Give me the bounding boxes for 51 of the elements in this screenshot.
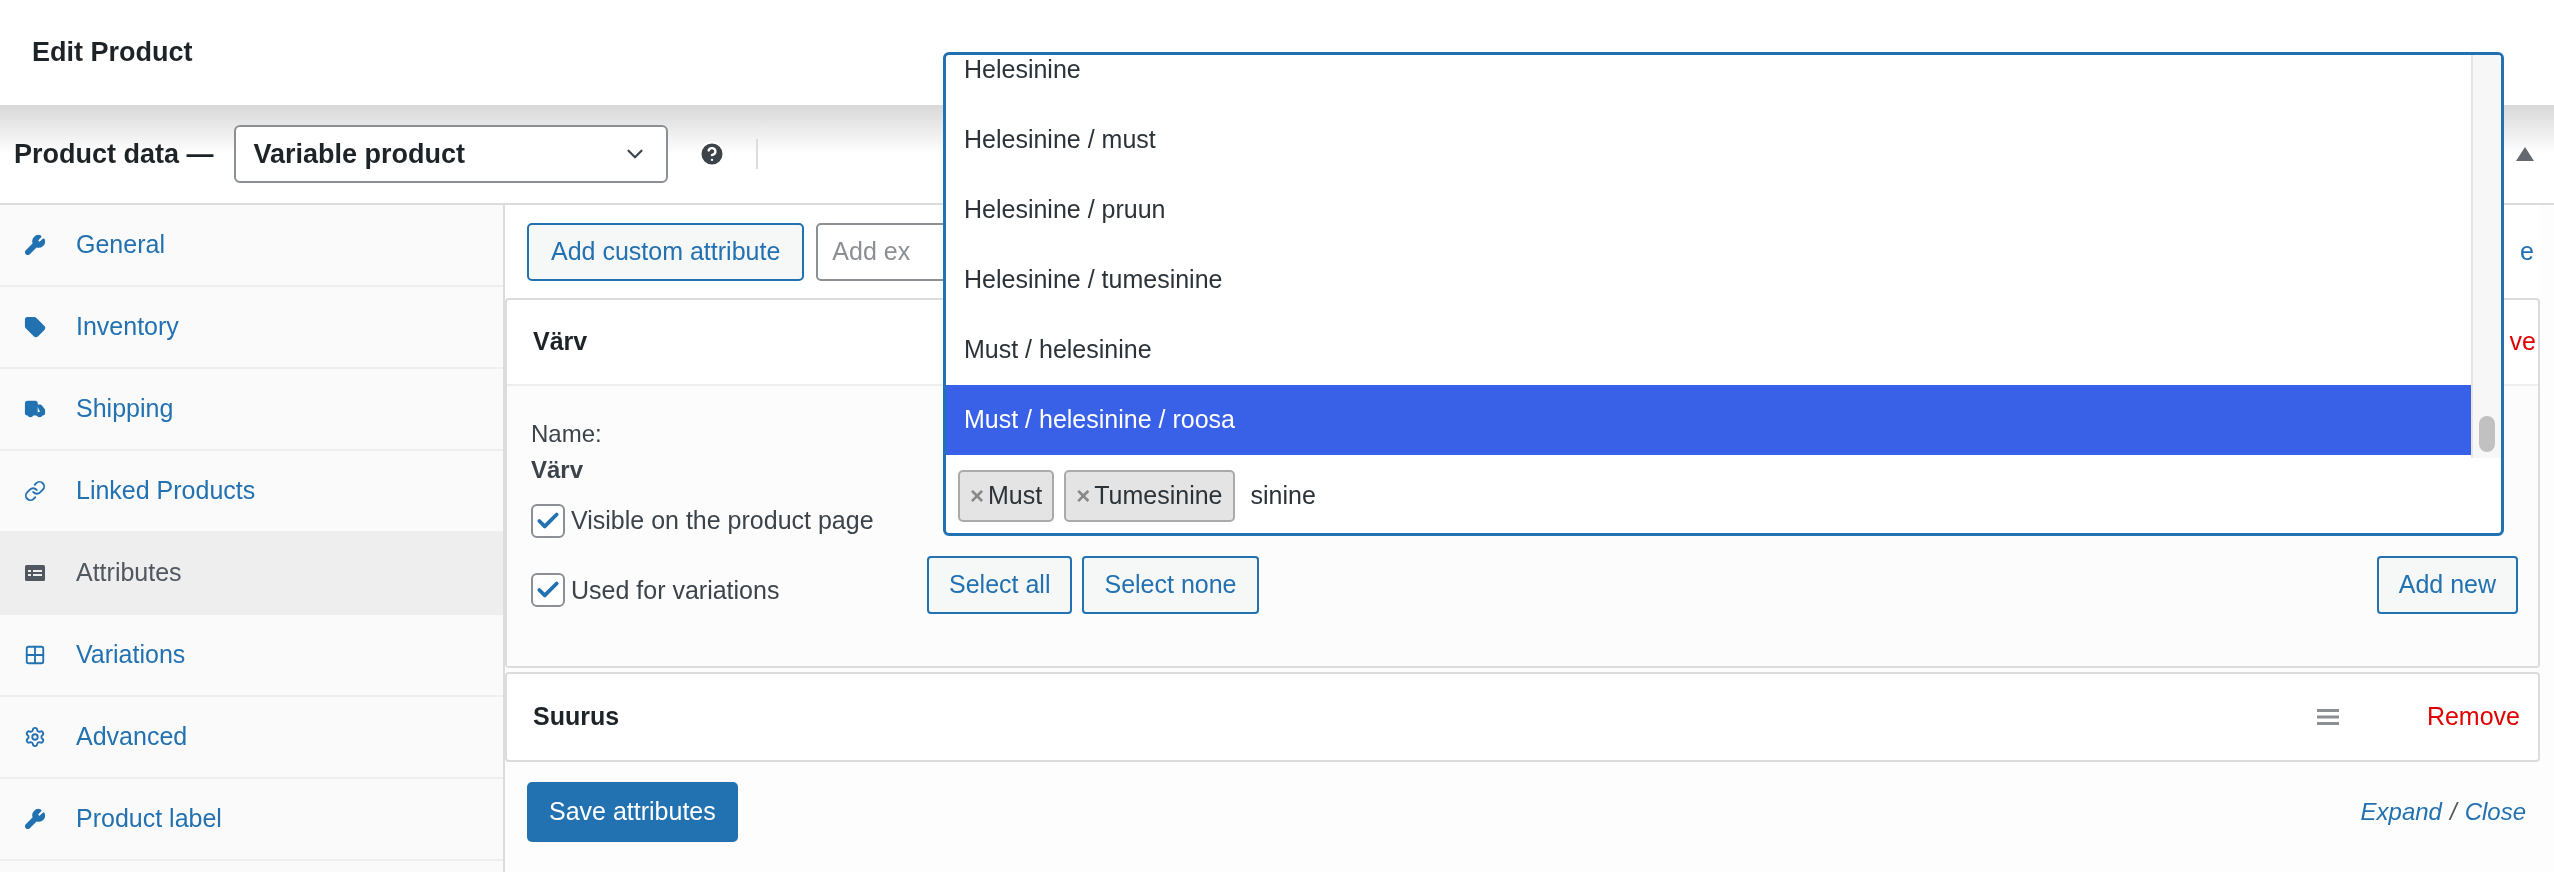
close-link[interactable]: Close — [2464, 794, 2526, 830]
dropdown-option[interactable]: Must / helesinine / roosa — [946, 385, 2471, 455]
sidebar-tab[interactable]: Shipping — [0, 369, 503, 451]
add-new-button[interactable]: Add new — [2376, 556, 2518, 614]
checkbox[interactable] — [531, 503, 565, 538]
expand-link[interactable]: Expand — [2360, 794, 2442, 830]
dropdown-option[interactable]: Helesinine / tumesinine — [946, 245, 2471, 315]
name-value: Värv — [531, 455, 585, 485]
add-custom-attribute-button[interactable]: Add custom attribute — [527, 222, 805, 281]
collapse-triangle-icon[interactable] — [2516, 147, 2534, 161]
attribute-name[interactable]: Värv — [533, 323, 588, 361]
dropdown-option[interactable]: Must / helesinine — [946, 315, 2471, 385]
sidebar-tab[interactable]: Advanced — [0, 697, 503, 779]
select-button[interactable]: Select none — [1082, 556, 1259, 614]
dropdown-option[interactable]: Helesinine — [946, 55, 2471, 105]
sidebar-tab[interactable]: Variations — [0, 615, 503, 697]
checkbox[interactable] — [531, 573, 565, 608]
scrollbar[interactable] — [2471, 55, 2501, 458]
truck-icon — [24, 398, 46, 420]
tag-remove-button[interactable]: × — [970, 477, 984, 514]
checkbox-label: Used for variations — [571, 574, 780, 606]
checkbox-label: Visible on the product page — [571, 505, 874, 536]
sidebar-tab[interactable]: Product label — [0, 779, 503, 861]
product-data-label: Product data — — [14, 137, 214, 171]
remove-link[interactable]: Remove — [2426, 698, 2520, 736]
link-icon — [24, 480, 46, 502]
link-fragment[interactable]: e — [2520, 232, 2534, 271]
name-label: Name: — [531, 419, 603, 449]
remove-link[interactable]: ve — [2509, 323, 2536, 361]
select-button[interactable]: Select all — [927, 556, 1073, 614]
separator-text: / — [2449, 797, 2457, 827]
list-card-icon — [24, 562, 46, 584]
tag-icon — [24, 316, 46, 338]
wrench-icon — [24, 808, 46, 830]
sidebar-tab[interactable]: General — [0, 205, 503, 287]
drag-handle-icon[interactable] — [2316, 709, 2339, 725]
selected-tag: × Must — [958, 469, 1055, 522]
selected-tag: × Tumesinine — [1064, 469, 1235, 522]
wrench-icon — [24, 234, 46, 256]
dropdown-option[interactable]: Helesinine / pruun — [946, 175, 2471, 245]
save-attributes-button[interactable]: Save attributes — [527, 782, 738, 842]
dropdown-option[interactable]: Helesinine / must — [946, 105, 2471, 175]
grid-icon — [24, 644, 46, 666]
sidebar-tab[interactable]: Attributes — [0, 533, 503, 615]
attribute-name[interactable]: Suurus — [533, 698, 620, 736]
page-title: Edit Product — [32, 36, 193, 70]
search-field[interactable]: sinine — [1244, 469, 2501, 522]
sidebar-tab[interactable]: Inventory — [0, 287, 503, 369]
tag-remove-button[interactable]: × — [1076, 477, 1091, 514]
gear-icon — [24, 726, 46, 748]
product-type-select[interactable]: Variable product — [233, 125, 668, 183]
